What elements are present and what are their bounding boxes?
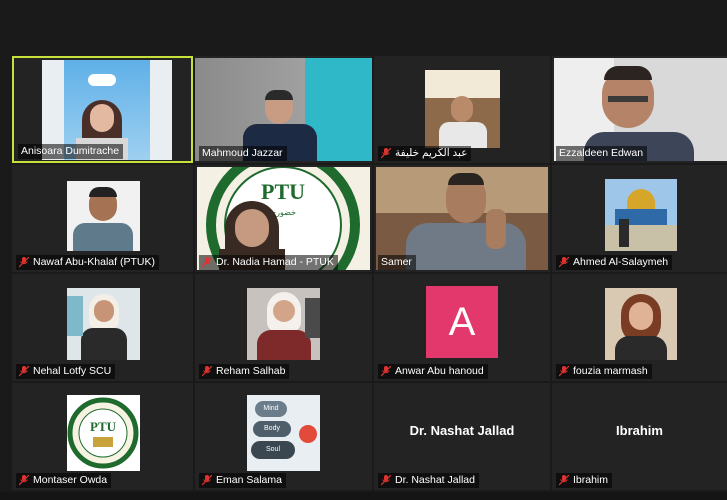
mic-muted-icon	[381, 475, 391, 486]
participant-tile[interactable]: Mind Body Soul Eman Salama	[195, 383, 372, 490]
participant-name: Dr. Nadia Hamad - PTUK	[216, 256, 334, 268]
participant-name: عبد الكريم خليفة	[395, 147, 468, 159]
name-tag: Nawaf Abu-Khalaf (PTUK)	[16, 255, 159, 270]
name-tag: Montaser Owda	[16, 473, 112, 488]
participant-display-name: Ibrahim	[616, 423, 663, 438]
top-bar	[0, 0, 727, 50]
name-tag: Ibrahim	[556, 473, 613, 488]
name-tag: Samer	[378, 255, 416, 270]
participant-tile[interactable]: Ibrahim Ibrahim	[552, 383, 727, 490]
participant-video	[425, 70, 500, 148]
name-tag: Ezzaldeen Edwan	[556, 146, 648, 161]
participant-tile[interactable]: Ezzaldeen Edwan	[552, 56, 727, 163]
name-tag: fouzia marmash	[556, 364, 652, 379]
participant-tile[interactable]: fouzia marmash	[552, 274, 727, 381]
participant-name: Anisoara Dumitrache	[21, 145, 120, 157]
mic-muted-icon	[19, 257, 29, 268]
name-tag: Dr. Nashat Jallad	[378, 473, 479, 488]
participant-name: Ezzaldeen Edwan	[559, 147, 644, 159]
participant-name: Nawaf Abu-Khalaf (PTUK)	[33, 256, 155, 268]
participant-avatar: A	[426, 286, 498, 358]
mind-stone: Mind	[255, 401, 287, 417]
participant-name: Anwar Abu hanoud	[395, 365, 484, 377]
name-tag: Nehal Lotfy SCU	[16, 364, 116, 379]
participant-name: Nehal Lotfy SCU	[33, 365, 112, 377]
mic-muted-icon	[202, 475, 212, 486]
mic-muted-icon	[19, 475, 29, 486]
ptu-logo-text: PTU	[90, 419, 117, 434]
participant-name: fouzia marmash	[573, 365, 648, 377]
participant-tile[interactable]: Ahmed Al-Salaymeh	[552, 165, 727, 272]
participant-tile[interactable]: A Anwar Abu hanoud	[374, 274, 550, 381]
name-tag: Anisoara Dumitrache	[18, 144, 124, 159]
bottom-strip	[0, 492, 727, 500]
avatar-letter: A	[448, 299, 476, 344]
participant-name: Reham Salhab	[216, 365, 286, 377]
body-stone: Body	[253, 421, 291, 437]
name-tag: Dr. Nadia Hamad - PTUK	[199, 255, 338, 270]
name-tag: Reham Salhab	[199, 364, 290, 379]
name-tag: Ahmed Al-Salaymeh	[556, 255, 673, 270]
name-tag: Anwar Abu hanoud	[378, 364, 488, 379]
participant-video: PTU	[67, 395, 140, 471]
participant-tile[interactable]: Anisoara Dumitrache	[12, 56, 193, 163]
mic-muted-icon	[559, 257, 569, 268]
mic-muted-icon	[202, 257, 212, 268]
ptu-logo-text: PTU	[261, 179, 305, 204]
participant-tile[interactable]: Reham Salhab	[195, 274, 372, 381]
participant-video	[605, 288, 677, 360]
participant-tile[interactable]: عبد الكريم خليفة	[374, 56, 550, 163]
soul-stone: Soul	[251, 441, 295, 459]
participant-name: Ibrahim	[573, 474, 609, 486]
participant-name: Mahmoud Jazzar	[202, 147, 283, 159]
participant-video: Mind Body Soul	[247, 395, 320, 471]
name-tag: Eman Salama	[199, 473, 286, 488]
mic-muted-icon	[19, 366, 29, 377]
participant-tile[interactable]: Nehal Lotfy SCU	[12, 274, 193, 381]
participant-name: Eman Salama	[216, 474, 282, 486]
participant-video	[67, 288, 140, 360]
mic-muted-icon	[381, 148, 391, 159]
participant-video	[247, 288, 320, 360]
gallery-grid: Anisoara Dumitrache Mahmoud Jazzar عبد ا…	[10, 56, 727, 496]
ptu-logo: PTU	[67, 397, 139, 469]
mic-muted-icon	[559, 366, 569, 377]
participant-name: Dr. Nashat Jallad	[395, 474, 475, 486]
mic-muted-icon	[202, 366, 212, 377]
name-tag: Mahmoud Jazzar	[199, 146, 287, 161]
participant-video	[67, 181, 140, 251]
participant-name: Ahmed Al-Salaymeh	[573, 256, 669, 268]
participant-display-name: Dr. Nashat Jallad	[409, 423, 515, 438]
participant-tile[interactable]: Samer	[374, 165, 550, 272]
participant-tile[interactable]: Mahmoud Jazzar	[195, 56, 372, 163]
mic-muted-icon	[559, 475, 569, 486]
participant-tile[interactable]: Nawaf Abu-Khalaf (PTUK)	[12, 165, 193, 272]
participant-video	[605, 179, 677, 251]
participant-tile[interactable]: PTU Montaser Owda	[12, 383, 193, 490]
mic-muted-icon	[381, 366, 391, 377]
participant-name: Montaser Owda	[33, 474, 108, 486]
participant-tile[interactable]: Dr. Nashat Jallad Dr. Nashat Jallad	[374, 383, 550, 490]
participant-name: Samer	[381, 256, 412, 268]
name-tag: عبد الكريم خليفة	[378, 146, 472, 161]
participant-tile[interactable]: PTU خضوري Dr. Nadia Hamad - PTUK	[195, 165, 372, 272]
